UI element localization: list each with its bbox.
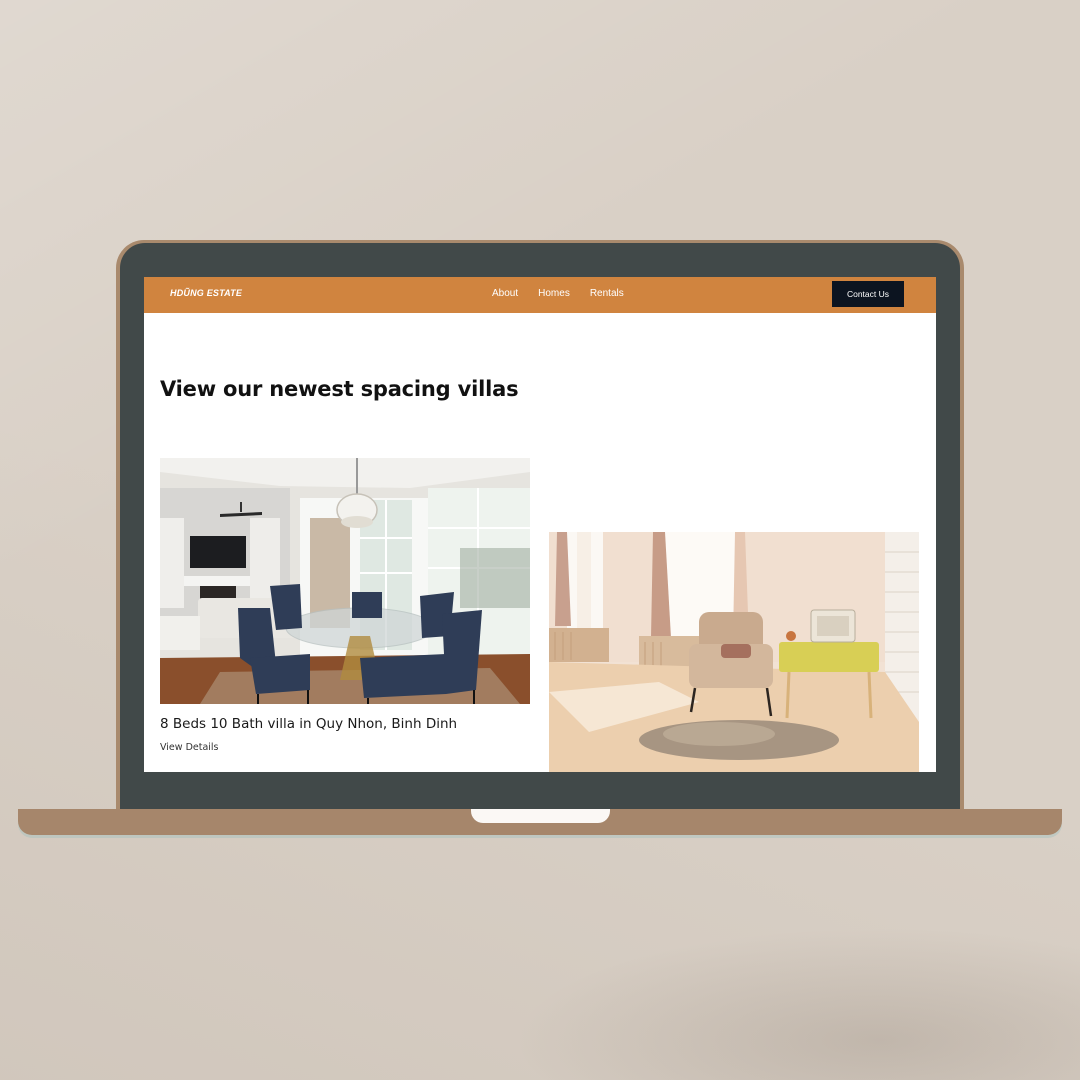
view-details-link[interactable]: View Details — [160, 742, 219, 753]
dining-room-photo — [160, 458, 530, 704]
living-room-photo — [549, 532, 919, 772]
nav-links: About Homes Rentals — [492, 288, 624, 299]
laptop-notch — [471, 809, 610, 823]
listing-title[interactable]: 8 Beds 10 Bath villa in Quy Nhon, Binh D… — [160, 716, 457, 732]
page-headline: View our newest spacing villas — [160, 377, 519, 401]
nav-link-homes[interactable]: Homes — [538, 288, 570, 299]
nav-link-about[interactable]: About — [492, 288, 518, 299]
listing-image-living-room[interactable] — [549, 532, 919, 772]
brand-logo[interactable]: HDŨNG ESTATE — [170, 288, 242, 298]
contact-us-button[interactable]: Contact Us — [832, 281, 904, 307]
laptop-screen: HDŨNG ESTATE About Homes Rentals Contact… — [144, 277, 936, 772]
nav-link-rentals[interactable]: Rentals — [590, 288, 624, 299]
listing-image-dining-room[interactable] — [160, 458, 530, 704]
site-navbar: HDŨNG ESTATE About Homes Rentals Contact… — [144, 277, 936, 313]
